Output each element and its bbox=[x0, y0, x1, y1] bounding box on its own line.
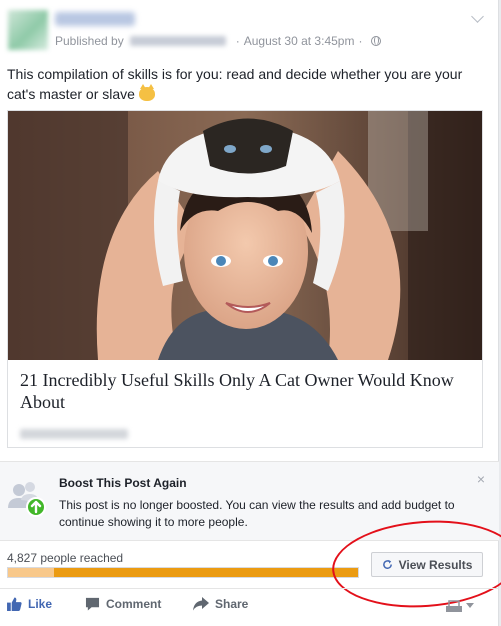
action-bar: Like Comment Share bbox=[0, 588, 499, 621]
facebook-post: Published by · August 30 at 3:45pm · Thi… bbox=[0, 0, 501, 626]
thumbs-up-icon bbox=[7, 597, 22, 611]
cat-face-emoji-icon bbox=[138, 84, 155, 101]
people-reached-label: 4,827 people reached bbox=[7, 551, 124, 565]
post-meta: Published by · August 30 at 3:45pm · bbox=[55, 34, 382, 48]
close-icon[interactable]: × bbox=[477, 472, 485, 486]
publisher-name-blurred[interactable] bbox=[129, 36, 226, 46]
boost-title: Boost This Post Again bbox=[59, 476, 187, 490]
page-name-blurred[interactable] bbox=[55, 12, 135, 26]
audience-icon bbox=[446, 600, 462, 612]
like-label: Like bbox=[28, 597, 53, 611]
share-button[interactable]: Share bbox=[193, 597, 248, 611]
reach-progress-bar bbox=[7, 567, 359, 578]
boost-people-arrow-icon bbox=[6, 478, 46, 518]
refresh-icon bbox=[382, 559, 392, 569]
boost-description: This post is no longer boosted. You can … bbox=[59, 498, 455, 529]
like-button[interactable]: Like bbox=[7, 597, 52, 611]
link-preview-image[interactable] bbox=[8, 111, 482, 360]
chevron-down-icon[interactable] bbox=[471, 10, 484, 23]
link-domain-blurred bbox=[20, 429, 128, 439]
published-by-label: Published by bbox=[55, 34, 124, 48]
page-avatar[interactable] bbox=[8, 10, 48, 50]
post-message: This compilation of skills is for you: r… bbox=[7, 64, 487, 104]
audience-selector[interactable] bbox=[446, 599, 474, 612]
globe-icon[interactable] bbox=[371, 36, 382, 46]
paid-reach-fill bbox=[53, 568, 358, 577]
view-results-button[interactable]: View Results bbox=[371, 552, 483, 577]
link-preview-card[interactable]: 21 Incredibly Useful Skills Only A Cat O… bbox=[7, 110, 483, 448]
share-arrow-icon bbox=[193, 597, 209, 611]
view-results-label: View Results bbox=[398, 557, 473, 572]
comment-bubble-icon bbox=[85, 597, 100, 611]
caret-down-icon bbox=[466, 603, 474, 608]
post-message-text: This compilation of skills is for you: r… bbox=[7, 66, 463, 102]
organic-reach-fill bbox=[8, 568, 54, 577]
link-title[interactable]: 21 Incredibly Useful Skills Only A Cat O… bbox=[20, 369, 470, 413]
post-date[interactable]: August 30 at 3:45pm bbox=[244, 34, 355, 48]
boost-panel: Boost This Post Again This post is no lo… bbox=[0, 461, 499, 541]
comment-button[interactable]: Comment bbox=[85, 597, 161, 611]
comment-label: Comment bbox=[106, 597, 162, 611]
share-label: Share bbox=[215, 597, 249, 611]
